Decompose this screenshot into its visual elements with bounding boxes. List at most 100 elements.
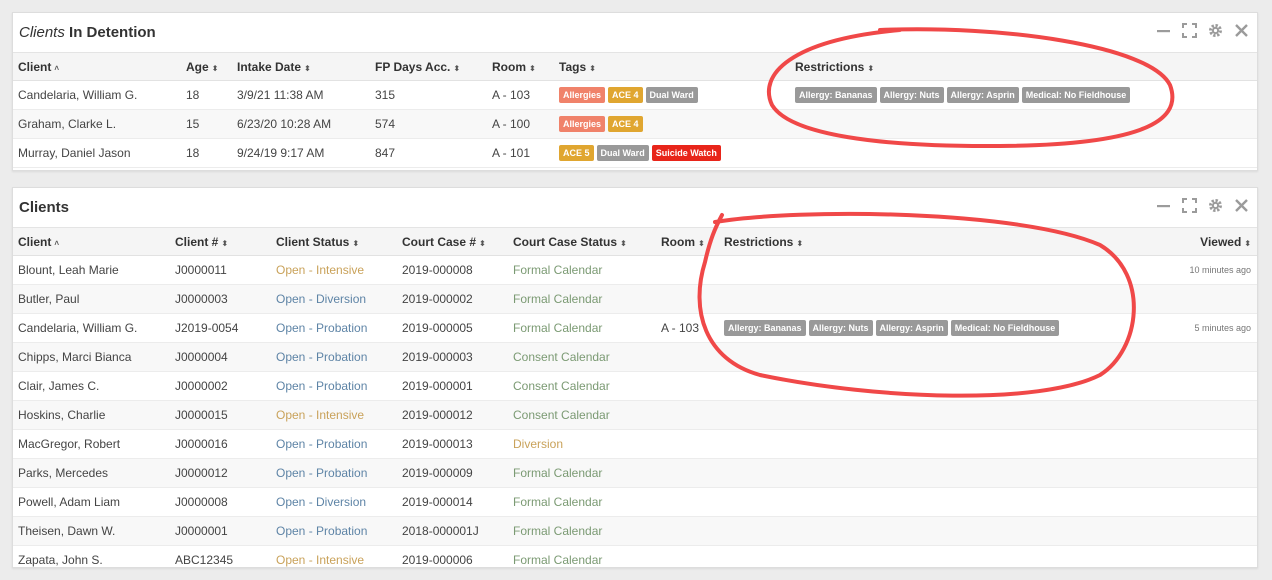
tag-badge[interactable]: ACE 4 [608,116,643,132]
client-name[interactable]: Clair, James C. [13,371,170,401]
table-row[interactable]: Powell, Adam Liam J0000008 Open - Diversio… [13,487,1257,517]
client-name[interactable]: Candelaria, William G. [13,80,181,110]
table-row[interactable]: Candelaria, William G. 18 3/9/21 11:38 AM 3… [13,80,1257,110]
client-name[interactable]: Murray, Daniel Jason [13,138,181,168]
expand-icon[interactable] [1182,23,1197,38]
court-case-status: Consent Calendar [508,371,656,401]
client-name[interactable]: Zapata, John S. [13,545,170,575]
sort-icon[interactable]: ⬍ [529,64,536,73]
table-row[interactable]: Zapata, John S. ABC12345 Open - Intensive 2… [13,545,1257,575]
sort-icon[interactable]: ⬍ [212,64,219,73]
panel-controls [1156,198,1249,213]
tag-badge[interactable]: Allergy: Bananas [724,320,806,336]
column-header-restrictions[interactable]: Restrictions ⬍ [719,228,1157,256]
table-row[interactable]: Hoskins, Charlie J0000015 Open - Intensive… [13,400,1257,430]
gear-icon[interactable] [1208,198,1223,213]
clients-panel-header: Clients [13,188,1257,228]
column-header-court-case[interactable]: Court Case # ⬍ [397,228,508,256]
table-row[interactable]: Theisen, Dawn W. J0000001 Open - Probation… [13,516,1257,546]
sort-icon[interactable]: ⬍ [867,64,874,73]
column-header-intake-date[interactable]: Intake Date ⬍ [232,53,370,81]
column-header-room[interactable]: Room ⬍ [487,53,554,81]
table-row[interactable]: Chipps, Marci Bianca J0000004 Open - Proba… [13,342,1257,372]
sort-icon[interactable]: ⬍ [453,64,460,73]
tag-badge[interactable]: Allergies [559,87,606,103]
close-icon[interactable] [1234,23,1249,38]
close-icon[interactable] [1234,198,1249,213]
table-row[interactable]: Parks, Mercedes J0000012 Open - Probation 2… [13,458,1257,488]
column-header-label: Court Case # [402,234,477,249]
table-row[interactable]: Butler, Paul J0000003 Open - Diversion 2019… [13,284,1257,314]
sort-icon[interactable]: ⬍ [304,64,311,73]
table-row[interactable]: Clair, James C. J0000002 Open - Probation 2… [13,371,1257,401]
client-status: Open - Probation [271,371,397,401]
court-case-status: Formal Calendar [508,313,656,343]
table-row[interactable]: Candelaria, William G. J2019-0054 Open - P… [13,313,1257,343]
client-name[interactable]: Graham, Clarke L. [13,109,181,139]
column-header-age[interactable]: Age ⬍ [181,53,232,81]
tag-badge[interactable]: Allergy: Nuts [808,320,873,336]
client-name[interactable]: Theisen, Dawn W. [13,516,170,546]
court-case-number: 2019-000001 [397,371,508,401]
table-row[interactable]: Murray, Daniel Jason 18 9/24/19 9:17 AM 847… [13,138,1257,168]
column-header-viewed[interactable]: Viewed ⬍ [1157,228,1257,256]
sort-icon[interactable]: ˄ [54,239,59,248]
client-age: 18 [181,138,232,168]
tag-badge[interactable]: Medical: No Fieldhouse [1021,87,1131,103]
sort-icon[interactable]: ⬍ [479,239,486,248]
client-name[interactable]: Parks, Mercedes [13,458,170,488]
sort-icon[interactable]: ⬍ [620,239,627,248]
tag-badge[interactable]: Allergy: Bananas [795,87,877,103]
column-header-tags[interactable]: Tags ⬍ [554,53,790,81]
court-case-number: 2019-000008 [397,255,508,285]
column-header-client[interactable]: Client ˄ [13,53,181,81]
client-status: Open - Diversion [271,487,397,517]
table-row[interactable]: Blount, Leah Marie J0000011 Open - Intensi… [13,255,1257,285]
restrictions-cell [719,458,1157,488]
tags-cell: ACE 5 Dual Ward Suicide Watch [554,138,790,168]
client-name[interactable]: Blount, Leah Marie [13,255,170,285]
tag-badge[interactable]: Allergy: Nuts [879,87,944,103]
tag-badge[interactable]: Allergy: Asprin [875,320,948,336]
column-header-court-case-status[interactable]: Court Case Status ⬍ [508,228,656,256]
sort-icon[interactable]: ˄ [54,64,59,73]
column-header-client[interactable]: Client # ⬍ [170,228,271,256]
tag-badge[interactable]: Allergies [559,116,606,132]
title-italic: Clients [19,24,65,41]
tag-badge[interactable]: Dual Ward [645,87,698,103]
sort-icon[interactable]: ⬍ [1244,239,1251,248]
tag-badge[interactable]: ACE 5 [559,145,594,161]
column-header-label: Restrictions [795,59,865,74]
client-name[interactable]: Candelaria, William G. [13,313,170,343]
client-name[interactable]: MacGregor, Robert [13,429,170,459]
sort-icon[interactable]: ⬍ [698,239,705,248]
table-row[interactable]: MacGregor, Robert J0000016 Open - Probatio… [13,429,1257,459]
column-header-fp-days-acc[interactable]: FP Days Acc. ⬍ [370,53,487,81]
column-header-restrictions[interactable]: Restrictions ⬍ [790,53,1257,81]
client-age: 18 [181,80,232,110]
minimize-icon[interactable] [1156,198,1171,213]
gear-icon[interactable] [1208,23,1223,38]
client-status: Open - Probation [271,458,397,488]
client-name[interactable]: Chipps, Marci Bianca [13,342,170,372]
tag-badge[interactable]: Allergy: Asprin [946,87,1019,103]
viewed [1157,516,1257,546]
expand-icon[interactable] [1182,198,1197,213]
sort-icon[interactable]: ⬍ [352,239,359,248]
tag-badge[interactable]: Dual Ward [596,145,649,161]
client-name[interactable]: Powell, Adam Liam [13,487,170,517]
client-name[interactable]: Butler, Paul [13,284,170,314]
tag-badge[interactable]: Suicide Watch [651,145,721,161]
column-header-client-status[interactable]: Client Status ⬍ [271,228,397,256]
table-row[interactable]: Graham, Clarke L. 15 6/23/20 10:28 AM 574 A … [13,109,1257,139]
sort-icon[interactable]: ⬍ [589,64,596,73]
tag-badge[interactable]: Medical: No Fieldhouse [950,320,1060,336]
sort-icon[interactable]: ⬍ [796,239,803,248]
fp-days: 574 [370,109,487,139]
minimize-icon[interactable] [1156,23,1171,38]
client-name[interactable]: Hoskins, Charlie [13,400,170,430]
tag-badge[interactable]: ACE 4 [608,87,643,103]
sort-icon[interactable]: ⬍ [221,239,228,248]
column-header-client[interactable]: Client ˄ [13,228,170,256]
column-header-room[interactable]: Room ⬍ [656,228,719,256]
